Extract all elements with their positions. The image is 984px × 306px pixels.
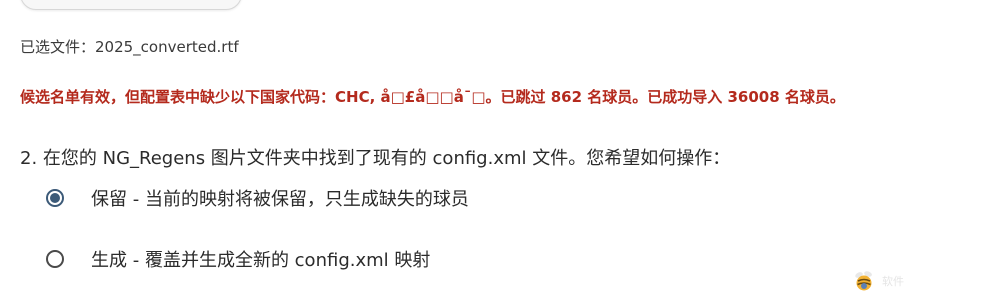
option-generate[interactable]: 生成 - 覆盖并生成全新的 config.xml 映射: [46, 246, 430, 272]
radio-keep[interactable]: [46, 189, 64, 207]
watermark-text: 软件: [882, 275, 904, 288]
selected-file-label: 已选文件：2025_converted.rtf: [20, 38, 239, 56]
radio-selected-dot: [50, 193, 60, 203]
option-keep[interactable]: 保留 - 当前的映射将被保留，只生成缺失的球员: [46, 185, 469, 211]
bee-logo-icon: [855, 271, 872, 291]
page: 已选文件：2025_converted.rtf 候选名单有效，但配置表中缺少以下…: [0, 0, 984, 306]
watermark: 软件: [852, 266, 972, 296]
option-generate-label: 生成 - 覆盖并生成全新的 config.xml 映射: [91, 250, 431, 271]
config-question: 2. 在您的 NG_Regens 图片文件夹中找到了现有的 config.xml…: [20, 148, 731, 169]
radio-generate[interactable]: [46, 250, 64, 268]
option-keep-label: 保留 - 当前的映射将被保留，只生成缺失的球员: [91, 189, 469, 210]
select-file-button[interactable]: [20, 0, 242, 10]
import-warning-message: 候选名单有效，但配置表中缺少以下国家代码：CHC, å□£å□□å¯□。已跳过 …: [20, 88, 845, 106]
